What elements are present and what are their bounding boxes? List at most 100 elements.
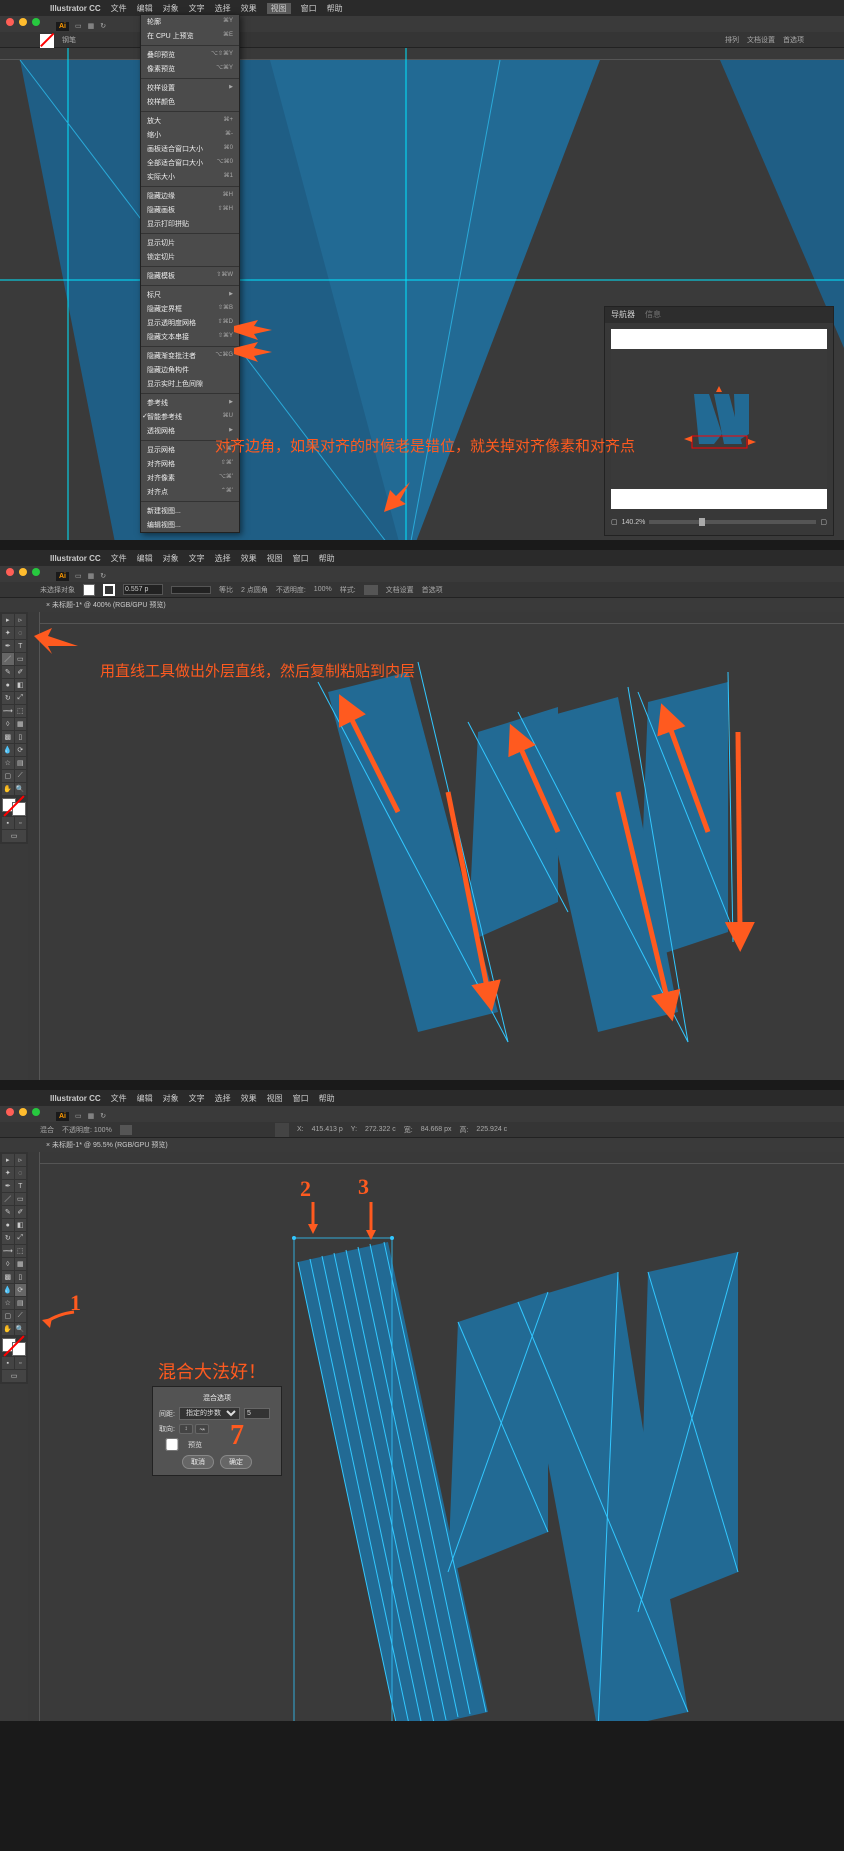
m2-type[interactable]: 文字: [189, 553, 205, 564]
max-dot-3[interactable]: [32, 1108, 40, 1116]
opt2-round[interactable]: 2 点圆角: [241, 585, 268, 595]
opt-docsetup[interactable]: 文档设置: [747, 35, 775, 45]
t3-width[interactable]: ⟿: [2, 1245, 14, 1257]
max-dot-2[interactable]: [32, 568, 40, 576]
menu-item[interactable]: 轮廓⌘Y: [141, 15, 239, 29]
tool-blob[interactable]: ●: [2, 679, 14, 691]
m2-object[interactable]: 对象: [163, 553, 179, 564]
t3-rect[interactable]: ▭: [15, 1193, 27, 1205]
m3-type[interactable]: 文字: [189, 1093, 205, 1104]
dlg-spacing-mode[interactable]: 指定的步数: [179, 1407, 240, 1420]
m3-edit[interactable]: 编辑: [137, 1093, 153, 1104]
color-swatch-2[interactable]: [2, 798, 26, 816]
opt2-stroke[interactable]: [103, 584, 115, 596]
opt2-stroke-profile[interactable]: [171, 586, 211, 594]
layout-icon-3[interactable]: ▭: [75, 1112, 82, 1120]
tool-rect[interactable]: ▭: [15, 653, 27, 665]
t3-graph[interactable]: ▤: [15, 1297, 27, 1309]
opt-arrange[interactable]: 排列: [725, 35, 739, 45]
t3-mode-color[interactable]: ▪: [2, 1357, 14, 1369]
layout-icon-2[interactable]: ▭: [75, 572, 82, 580]
t3-blend[interactable]: ⟳: [15, 1284, 27, 1296]
tool-direct[interactable]: ▹: [15, 614, 27, 626]
close-dot[interactable]: [6, 18, 14, 26]
tool-wand[interactable]: ✦: [2, 627, 14, 639]
tool-blend[interactable]: ⟳: [15, 744, 27, 756]
nav-tab-info[interactable]: 信息: [645, 309, 661, 321]
m2-view[interactable]: 视图: [267, 553, 283, 564]
tool-eyedrop[interactable]: 💧: [2, 744, 14, 756]
sync-icon-3[interactable]: ↻: [100, 1112, 106, 1120]
m3-help[interactable]: 帮助: [319, 1093, 335, 1104]
opt3-x-val[interactable]: 415.413 p: [312, 1126, 343, 1133]
mode-color[interactable]: ▪: [2, 817, 14, 829]
menu-edit[interactable]: 编辑: [137, 3, 153, 14]
t3-rotate[interactable]: ↻: [2, 1232, 14, 1244]
canvas-area-3[interactable]: [28, 1152, 844, 1721]
menu-select[interactable]: 选择: [215, 3, 231, 14]
t3-type[interactable]: T: [15, 1180, 27, 1192]
opt2-fill[interactable]: [83, 584, 95, 596]
dlg-spacing-value[interactable]: [244, 1408, 270, 1419]
grid-icon-2[interactable]: ▦: [88, 572, 95, 580]
fill-swatch[interactable]: [40, 34, 54, 48]
opt3-w-val[interactable]: 84.668 px: [421, 1126, 452, 1133]
close-dot-2[interactable]: [6, 568, 14, 576]
menu-help[interactable]: 帮助: [327, 3, 343, 14]
tool-graph[interactable]: ▤: [15, 757, 27, 769]
opt3-align[interactable]: [120, 1125, 132, 1135]
screen-mode[interactable]: ▭: [2, 830, 26, 842]
menu-item[interactable]: 隐藏渐变批注者⌥⌘G: [141, 349, 239, 363]
t3-artboard[interactable]: ▢: [2, 1310, 14, 1322]
m2-effect[interactable]: 效果: [241, 553, 257, 564]
opt3-ref[interactable]: [275, 1123, 289, 1137]
dlg-cancel[interactable]: 取消: [182, 1455, 214, 1469]
m3-view[interactable]: 视图: [267, 1093, 283, 1104]
menu-item[interactable]: 编辑视图...: [141, 518, 239, 532]
min-dot-2[interactable]: [19, 568, 27, 576]
tool-free[interactable]: ⬚: [15, 705, 27, 717]
tool-pen[interactable]: ✒: [2, 640, 14, 652]
menu-item[interactable]: 对齐网格⇧⌘': [141, 457, 239, 471]
dlg-orient-path[interactable]: ↝: [195, 1424, 209, 1434]
tool-select[interactable]: ▸: [2, 614, 14, 626]
opt2-style-swatch[interactable]: [364, 585, 378, 595]
menu-item[interactable]: 显示切片: [141, 236, 239, 250]
tool-artboard[interactable]: ▢: [2, 770, 14, 782]
tool-hand[interactable]: ✋: [2, 783, 14, 795]
opt2-prefs[interactable]: 首选项: [422, 585, 443, 595]
color-swatch-3[interactable]: [2, 1338, 26, 1356]
menu-window[interactable]: 窗口: [301, 3, 317, 14]
dlg-ok[interactable]: 确定: [220, 1455, 252, 1469]
menu-item[interactable]: 全部适合窗口大小⌥⌘0: [141, 156, 239, 170]
tool-gradient[interactable]: ▯: [15, 731, 27, 743]
grid-icon[interactable]: ▦: [88, 22, 95, 30]
menu-item[interactable]: 对齐点⌃⌘': [141, 485, 239, 499]
menu-item[interactable]: 放大⌘+: [141, 114, 239, 128]
tool-symbol[interactable]: ☆: [2, 757, 14, 769]
dlg-preview[interactable]: 预览: [159, 1438, 202, 1451]
menu-item[interactable]: 像素预览⌥⌘Y: [141, 62, 239, 76]
sync-icon-2[interactable]: ↻: [100, 572, 106, 580]
nav-zoom-slider[interactable]: [649, 520, 816, 524]
t3-select[interactable]: ▸: [2, 1154, 14, 1166]
m3-file[interactable]: 文件: [111, 1093, 127, 1104]
menu-item[interactable]: 显示实时上色间隙: [141, 377, 239, 391]
menu-item[interactable]: 锁定切片: [141, 250, 239, 264]
t3-persp[interactable]: ▦: [15, 1258, 27, 1270]
m2-help[interactable]: 帮助: [319, 553, 335, 564]
t3-eraser[interactable]: ◧: [15, 1219, 27, 1231]
tool-zoom[interactable]: 🔍: [15, 783, 27, 795]
menu-item[interactable]: 智能参考线⌘U: [141, 410, 239, 424]
menu-effect[interactable]: 效果: [241, 3, 257, 14]
t3-gradient[interactable]: ▯: [15, 1271, 27, 1283]
t3-scale[interactable]: ⤢: [15, 1232, 27, 1244]
dlg-orient-page[interactable]: ↕: [179, 1424, 193, 1434]
t3-wand[interactable]: ✦: [2, 1167, 14, 1179]
mode-grad[interactable]: ▫: [15, 817, 27, 829]
opt2-docsetup[interactable]: 文档设置: [386, 585, 414, 595]
tool-lasso[interactable]: ◌: [15, 627, 27, 639]
menu-item[interactable]: 缩小⌘-: [141, 128, 239, 142]
nav-zoom-in[interactable]: ▢: [820, 518, 827, 526]
m3-select[interactable]: 选择: [215, 1093, 231, 1104]
